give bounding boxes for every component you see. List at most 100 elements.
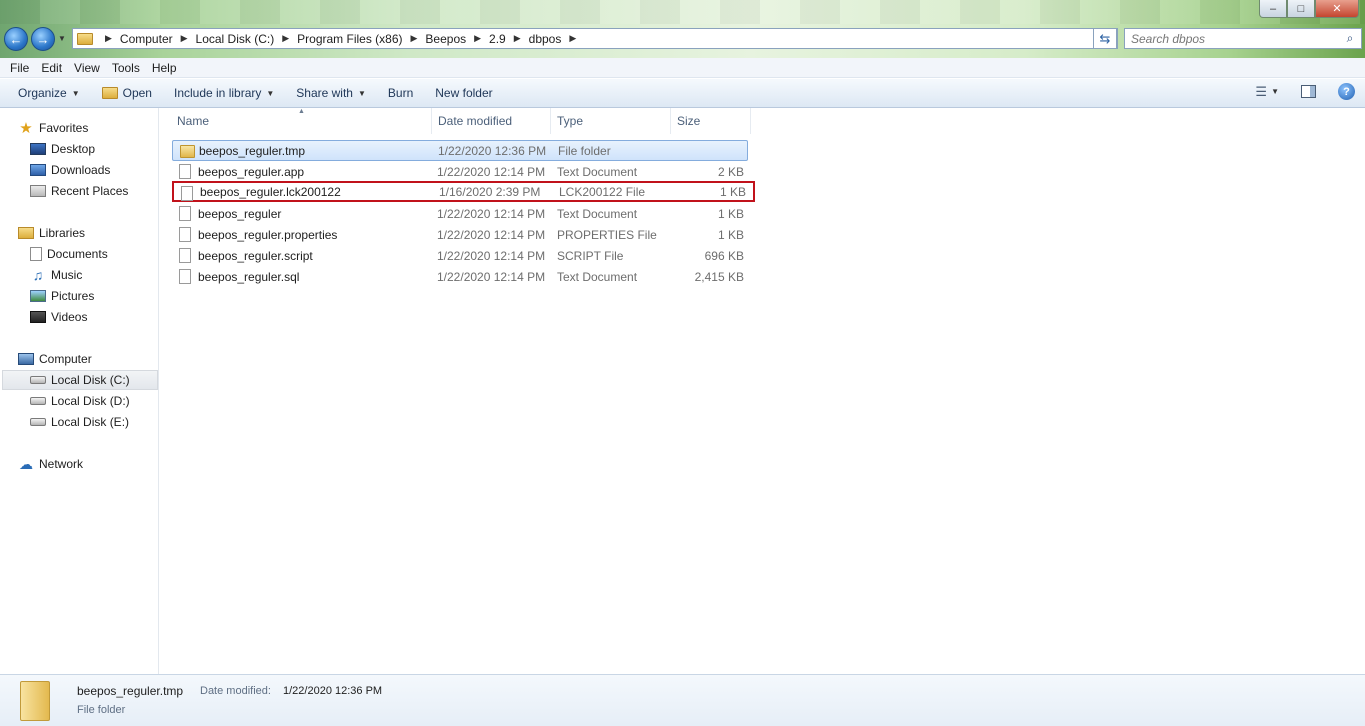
details-modified-label: Date modified:: [200, 685, 271, 697]
file-size: 1 KB: [717, 206, 744, 221]
file-name: beepos_reguler.lck200122: [200, 184, 341, 199]
menu-file[interactable]: File: [4, 61, 35, 75]
breadcrumb-separator[interactable]: ▶: [569, 33, 576, 44]
nav-music[interactable]: ♫ Music: [30, 265, 83, 285]
breadcrumb-dbpos[interactable]: dbpos: [529, 32, 562, 46]
include-in-library-button[interactable]: Include in library ▼: [166, 82, 282, 104]
include-in-library-label: Include in library: [173, 86, 262, 100]
nav-pictures[interactable]: Pictures: [30, 286, 94, 306]
forward-button[interactable]: →: [31, 27, 55, 51]
menu-help[interactable]: Help: [146, 61, 183, 75]
breadcrumb-separator[interactable]: ▶: [282, 33, 289, 44]
breadcrumb-separator[interactable]: ▶: [181, 33, 188, 44]
back-button[interactable]: ←: [4, 27, 28, 51]
change-view-icon[interactable]: ☰: [1255, 84, 1267, 100]
menu-edit[interactable]: Edit: [35, 61, 68, 75]
close-button[interactable]: ✕: [1315, 0, 1359, 18]
views-dropdown-icon[interactable]: ▼: [1271, 87, 1279, 96]
details-type: File folder: [77, 704, 126, 716]
nav-desktop-label: Desktop: [51, 142, 96, 156]
file-name: beepos_reguler.app: [198, 164, 305, 179]
folder-icon: [180, 145, 195, 158]
file-row[interactable]: beepos_reguler.sql 1/22/2020 12:14 PM Te…: [172, 266, 748, 287]
file-row-highlighted[interactable]: beepos_reguler.lck200122 1/16/2020 2:39 …: [172, 181, 755, 202]
open-button[interactable]: Open: [94, 82, 160, 104]
new-folder-label: New folder: [435, 86, 493, 100]
nav-local-disk-e-label: Local Disk (E:): [51, 415, 130, 429]
star-icon: ★: [19, 120, 33, 137]
network-icon: ☁: [19, 455, 33, 472]
breadcrumb-program-files[interactable]: Program Files (x86): [297, 32, 402, 46]
file-name: beepos_reguler: [198, 206, 282, 221]
breadcrumb-separator[interactable]: ▶: [514, 33, 521, 44]
nav-local-disk-e[interactable]: Local Disk (E:): [30, 412, 129, 432]
file-row[interactable]: beepos_reguler 1/22/2020 12:14 PM Text D…: [172, 203, 748, 224]
minimize-button[interactable]: –: [1259, 0, 1287, 18]
address-bar[interactable]: ▶ Computer ▶ Local Disk (C:) ▶ Program F…: [72, 28, 1118, 49]
column-header-date-modified[interactable]: Date modified: [432, 108, 551, 134]
breadcrumb-separator[interactable]: ▶: [474, 33, 481, 44]
share-with-button[interactable]: Share with ▼: [288, 82, 374, 104]
file-type: Text Document: [557, 206, 638, 221]
nav-desktop[interactable]: Desktop: [30, 139, 95, 159]
breadcrumb-local-disk-c[interactable]: Local Disk (C:): [196, 32, 275, 46]
refresh-button[interactable]: ⇆: [1093, 28, 1117, 49]
breadcrumb-beepos[interactable]: Beepos: [425, 32, 466, 46]
document-icon: [179, 269, 191, 284]
nav-favorites[interactable]: ★ Favorites: [18, 118, 88, 138]
nav-videos[interactable]: Videos: [30, 307, 87, 327]
nav-local-disk-d[interactable]: Local Disk (D:): [30, 391, 130, 411]
file-type: File folder: [558, 143, 611, 158]
breadcrumb-computer[interactable]: Computer: [120, 32, 173, 46]
new-folder-button[interactable]: New folder: [427, 82, 500, 104]
nav-libraries[interactable]: Libraries: [18, 223, 85, 243]
file-row[interactable]: beepos_reguler.app 1/22/2020 12:14 PM Te…: [172, 161, 748, 182]
nav-network[interactable]: ☁ Network: [18, 454, 83, 474]
breadcrumb-separator[interactable]: ▶: [105, 33, 112, 44]
menu-bar: File Edit View Tools Help: [0, 58, 1365, 78]
file-type: SCRIPT File: [557, 248, 624, 263]
file-row[interactable]: beepos_reguler.properties 1/22/2020 12:1…: [172, 224, 748, 245]
nav-local-disk-c[interactable]: Local Disk (C:): [2, 370, 158, 390]
help-icon[interactable]: ?: [1338, 83, 1355, 100]
document-icon: [179, 206, 191, 221]
search-icon[interactable]: ⌕: [1339, 31, 1361, 46]
nav-local-disk-d-label: Local Disk (D:): [51, 394, 130, 408]
file-size: 1 KB: [719, 184, 746, 199]
libraries-icon: [18, 227, 34, 239]
file-date: 1/22/2020 12:36 PM: [438, 143, 547, 158]
column-header-size[interactable]: Size: [671, 108, 751, 134]
nav-recent-places[interactable]: Recent Places: [30, 181, 128, 201]
maximize-button[interactable]: □: [1287, 0, 1315, 18]
preview-pane-icon[interactable]: [1301, 85, 1316, 98]
file-date: 1/22/2020 12:14 PM: [437, 164, 546, 179]
nav-downloads[interactable]: Downloads: [30, 160, 110, 180]
file-size: 696 KB: [704, 248, 744, 263]
recent-pages-dropdown[interactable]: ▼: [58, 34, 66, 43]
file-row[interactable]: beepos_reguler.tmp 1/22/2020 12:36 PM Fi…: [172, 140, 748, 161]
nav-documents[interactable]: Documents: [30, 244, 108, 264]
burn-button[interactable]: Burn: [380, 82, 421, 104]
toolbar-right: ☰ ▼ ?: [1255, 83, 1355, 100]
nav-computer[interactable]: Computer: [18, 349, 92, 369]
breadcrumb-version[interactable]: 2.9: [489, 32, 506, 46]
nav-local-disk-c-label: Local Disk (C:): [51, 373, 130, 387]
breadcrumb-separator[interactable]: ▶: [411, 33, 418, 44]
music-icon: ♫: [32, 267, 44, 283]
menu-view[interactable]: View: [68, 61, 106, 75]
column-header-type[interactable]: Type: [551, 108, 671, 134]
search-input[interactable]: [1131, 31, 1339, 46]
pictures-icon: [30, 290, 46, 302]
search-box[interactable]: ⌕: [1124, 28, 1362, 49]
menu-tools[interactable]: Tools: [106, 61, 146, 75]
file-size: 1 KB: [717, 227, 744, 242]
desktop-icon: [30, 143, 46, 155]
file-date: 1/22/2020 12:14 PM: [437, 269, 546, 284]
column-type-label: Type: [557, 114, 584, 128]
details-modified-value: 1/22/2020 12:36 PM: [283, 685, 383, 697]
document-icon: [181, 186, 193, 201]
organize-button[interactable]: Organize ▼: [10, 82, 88, 104]
file-row[interactable]: beepos_reguler.script 1/22/2020 12:14 PM…: [172, 245, 748, 266]
chevron-down-icon: ▼: [266, 88, 275, 98]
chevron-down-icon: ▼: [357, 88, 366, 98]
